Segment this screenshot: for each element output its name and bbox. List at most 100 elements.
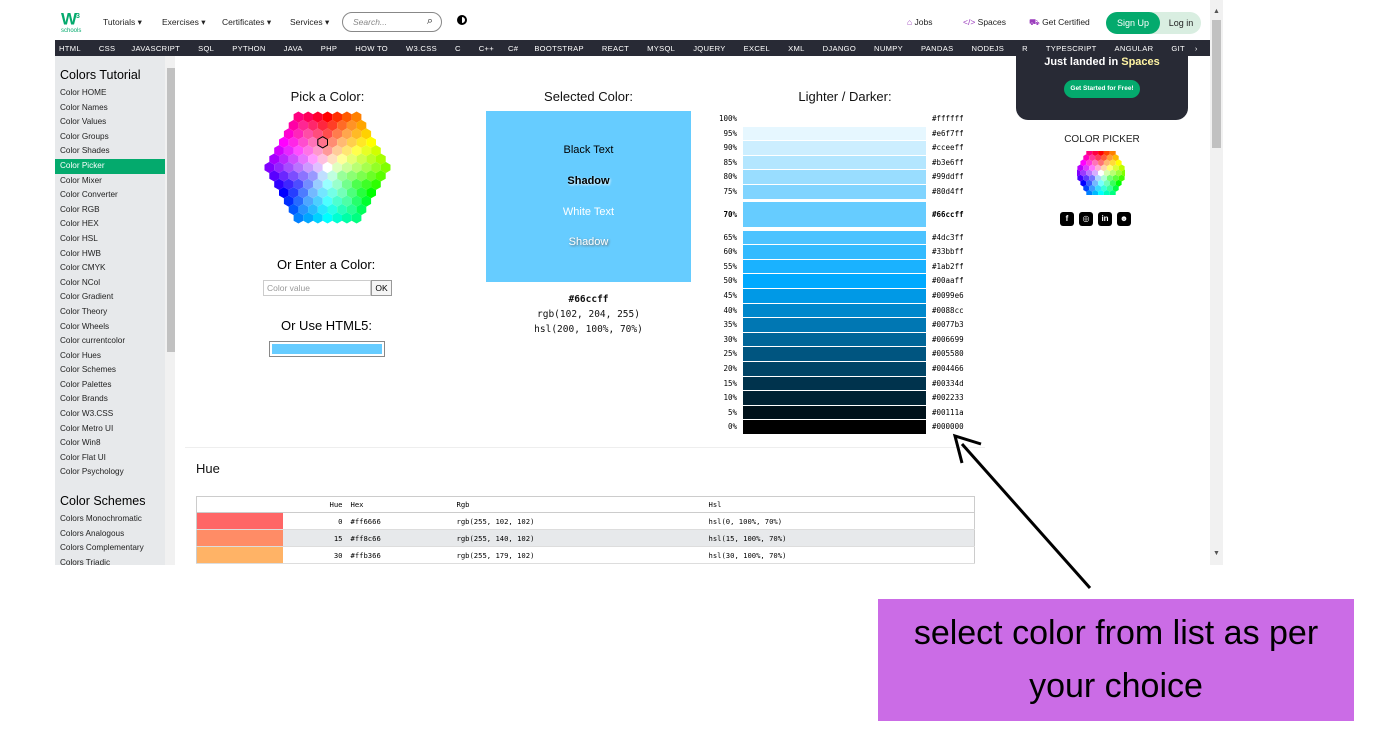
shade-swatch[interactable]	[743, 289, 926, 303]
nav-jquery[interactable]: JQUERY	[693, 44, 743, 53]
linkedin-icon[interactable]: in	[1098, 212, 1112, 226]
nav-how-to[interactable]: HOW TO	[355, 44, 406, 53]
nav-javascript[interactable]: JAVASCRIPT	[131, 44, 198, 53]
sidebar-item-color-values[interactable]: Color Values	[55, 115, 175, 130]
nav-php[interactable]: PHP	[321, 44, 356, 53]
shade-swatch[interactable]	[743, 391, 926, 405]
w3schools-logo[interactable]: W3 schools	[61, 9, 87, 34]
shade-swatch[interactable]	[743, 230, 926, 245]
sidebar-item-color-mixer[interactable]: Color Mixer	[55, 174, 175, 189]
shade-row[interactable]: 15% #00334d	[715, 376, 975, 392]
nav--[interactable]: ›	[1195, 44, 1198, 53]
shade-swatch[interactable]	[743, 155, 926, 170]
shade-swatch[interactable]	[743, 318, 926, 332]
shade-row[interactable]: 100% #ffffff	[715, 112, 975, 127]
menu-services[interactable]: Services ▾	[290, 17, 329, 28]
sidebar-item-color-groups[interactable]: Color Groups	[55, 130, 175, 145]
sidebar-item-color-picker[interactable]: Color Picker	[55, 158, 175, 174]
sidebar-item-color-rgb[interactable]: Color RGB	[55, 203, 175, 218]
shade-swatch[interactable]	[743, 376, 926, 391]
sidebar-item-color-hex[interactable]: Color HEX	[55, 217, 175, 232]
shade-swatch[interactable]	[743, 347, 926, 361]
shade-swatch[interactable]	[743, 201, 926, 227]
shade-row[interactable]: 95% #e6f7ff	[715, 126, 975, 142]
nav-c-[interactable]: C++	[479, 44, 508, 53]
shade-row[interactable]: 10% #002233	[715, 391, 975, 406]
sidebar-item-color-ncol[interactable]: Color NCol	[55, 276, 175, 291]
instagram-icon[interactable]: ◎	[1079, 212, 1093, 226]
nav-python[interactable]: PYTHON	[232, 44, 283, 53]
nav-typescript[interactable]: TYPESCRIPT	[1046, 44, 1115, 53]
nav-numpy[interactable]: NUMPY	[874, 44, 921, 53]
nav-java[interactable]: JAVA	[284, 44, 321, 53]
shade-row[interactable]: 60% #33bbff	[715, 245, 975, 260]
shade-row[interactable]: 45% #0099e6	[715, 289, 975, 304]
shade-row[interactable]: 55% #1ab2ff	[715, 259, 975, 275]
shade-row[interactable]: 75% #80d4ff	[715, 185, 975, 200]
shade-row[interactable]: 0% #000000	[715, 420, 975, 435]
get-started-button[interactable]: Get Started for Free!	[1064, 80, 1140, 98]
shade-swatch[interactable]	[743, 259, 926, 274]
color-value-input[interactable]: Color value	[263, 280, 371, 296]
menu-exercises[interactable]: Exercises ▾	[162, 17, 205, 28]
sidebar-item-color-hwb[interactable]: Color HWB	[55, 247, 175, 262]
scroll-up-icon[interactable]: ▲	[1213, 8, 1220, 15]
discord-icon[interactable]: ☻	[1117, 212, 1131, 226]
nav-html[interactable]: HTML	[59, 44, 99, 53]
sidebar-item-colors-monochromatic[interactable]: Colors Monochromatic	[55, 512, 175, 527]
sidebar-item-color-cmyk[interactable]: Color CMYK	[55, 261, 175, 276]
facebook-icon[interactable]: f	[1060, 212, 1074, 226]
shade-row[interactable]: 35% #0077b3	[715, 318, 975, 333]
shade-swatch[interactable]	[743, 185, 926, 199]
get-certified-link[interactable]: ⛟ Get Certified	[1029, 17, 1090, 29]
nav-sql[interactable]: SQL	[198, 44, 232, 53]
nav-c-[interactable]: C#	[508, 44, 534, 53]
shade-row[interactable]: 5% #00111a	[715, 405, 975, 421]
shade-row[interactable]: 25% #005580	[715, 347, 975, 362]
sidebar-item-color-hues[interactable]: Color Hues	[55, 349, 175, 364]
sidebar-item-colors-triadic[interactable]: Colors Triadic	[55, 556, 175, 565]
shade-row[interactable]: 65% #4dc3ff	[715, 230, 975, 246]
shade-swatch[interactable]	[743, 112, 926, 126]
page-scrollbar[interactable]	[1210, 0, 1223, 565]
sidebar-item-color-currentcolor[interactable]: Color currentcolor	[55, 334, 175, 349]
nav-pandas[interactable]: PANDAS	[921, 44, 971, 53]
sidebar-scroll-thumb[interactable]	[167, 68, 175, 352]
nav-c[interactable]: C	[455, 44, 479, 53]
shade-row[interactable]: 30% #006699	[715, 332, 975, 348]
sidebar-scrollbar[interactable]	[165, 56, 175, 565]
shade-swatch[interactable]	[743, 170, 926, 184]
sidebar-item-color-names[interactable]: Color Names	[55, 101, 175, 116]
shade-row[interactable]: 80% #99ddff	[715, 170, 975, 185]
sidebar-item-color-hsl[interactable]: Color HSL	[55, 232, 175, 247]
sidebar-item-color-schemes[interactable]: Color Schemes	[55, 363, 175, 378]
sidebar-item-colors-analogous[interactable]: Colors Analogous	[55, 527, 175, 542]
signup-button[interactable]: Sign Up	[1106, 12, 1160, 34]
nav-react[interactable]: REACT	[602, 44, 647, 53]
shade-swatch[interactable]	[743, 332, 926, 347]
nav-django[interactable]: DJANGO	[823, 44, 874, 53]
shade-swatch[interactable]	[743, 303, 926, 318]
shade-swatch[interactable]	[743, 274, 926, 288]
menu-certificates[interactable]: Certificates ▾	[222, 17, 271, 28]
page-scroll-thumb[interactable]	[1212, 20, 1221, 148]
sidebar-item-color-shades[interactable]: Color Shades	[55, 144, 175, 159]
color-hexagon-map[interactable]	[260, 110, 395, 225]
sidebar-item-colors-complementary[interactable]: Colors Complementary	[55, 541, 175, 556]
sidebar-item-color-converter[interactable]: Color Converter	[55, 188, 175, 203]
nav-xml[interactable]: XML	[788, 44, 823, 53]
shade-row[interactable]: 85% #b3e6ff	[715, 155, 975, 171]
spaces-link[interactable]: </> Spaces	[963, 17, 1006, 27]
sidebar-item-color-win8[interactable]: Color Win8	[55, 436, 175, 451]
nav-excel[interactable]: EXCEL	[744, 44, 788, 53]
shade-row[interactable]: 50% #00aaff	[715, 274, 975, 289]
nav-w3-css[interactable]: W3.CSS	[406, 44, 455, 53]
shade-row[interactable]: 70% #66ccff	[715, 201, 975, 228]
ok-button[interactable]: OK	[371, 280, 392, 296]
sidebar-item-color-palettes[interactable]: Color Palettes	[55, 378, 175, 393]
shade-swatch[interactable]	[743, 245, 926, 259]
sidebar-item-color-home[interactable]: Color HOME	[55, 86, 175, 101]
nav-mysql[interactable]: MYSQL	[647, 44, 693, 53]
sidebar-item-color-metro-ui[interactable]: Color Metro UI	[55, 422, 175, 437]
shade-swatch[interactable]	[743, 405, 926, 420]
